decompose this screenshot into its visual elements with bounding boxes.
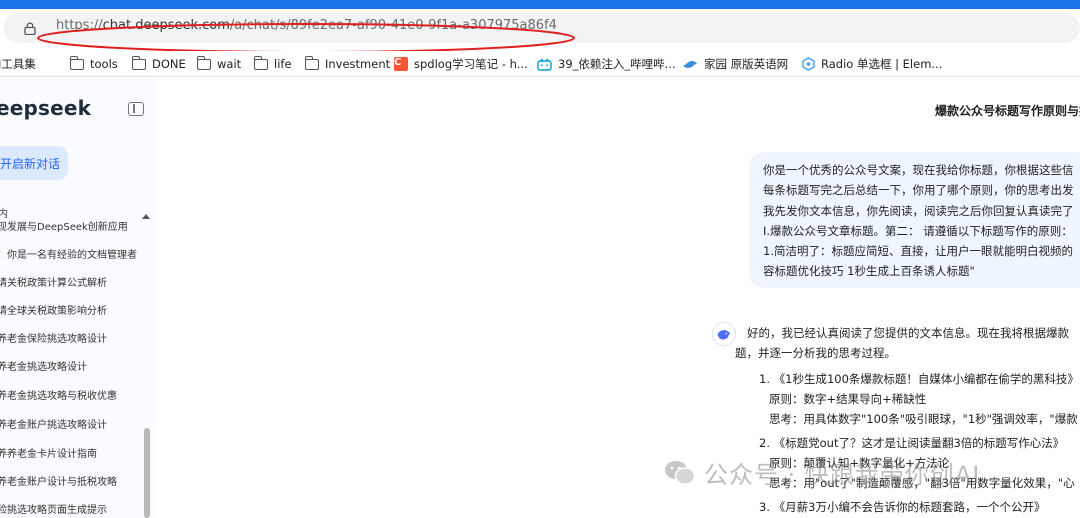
reply-item-title: 1. 《1秒生成100条爆款标题！自媒体小编都在偷学的黑科技》 (759, 372, 1079, 386)
sidebar-history-item[interactable]: 养老金账户设计与抵税攻略 (0, 473, 147, 488)
bookmark-label: wait (217, 57, 242, 71)
user-message-line: 每条标题写完之后总结一下，你用了哪个原则，你的思考出发 (763, 183, 1074, 198)
folder-icon (131, 55, 146, 70)
folder-icon (253, 55, 268, 70)
address-bar-row: https://chat.deepseek.com/a/chat/s/89fe2… (0, 9, 1080, 53)
red-annotation-ellipse (37, 23, 575, 53)
sidebar-history-item[interactable]: 现发展与DeepSeek创新应用 (0, 218, 147, 233)
folder-icon (196, 55, 211, 70)
reply-item-title: 3. 《月薪3万小编不会告诉你的标题套路，一个个公开》 (759, 500, 1046, 514)
sidebar-history-item[interactable]: 险挑选攻略页面生成提示 (0, 501, 147, 516)
bookmark-label: 39_依赖注入_哔哩哔... (558, 57, 676, 71)
new-chat-label: 开启新对话 (0, 156, 61, 171)
wechat-icon (665, 460, 696, 485)
bookmark-label: 家园 原版英语网 (704, 57, 789, 71)
csdn-icon: C (394, 57, 408, 71)
collapse-sidebar-icon[interactable] (128, 102, 144, 116)
bird-icon (683, 61, 697, 68)
sidebar-history-item[interactable]: 养老金挑选攻略设计 (0, 358, 147, 373)
bookmark-folder-tools[interactable]: tools (69, 55, 118, 73)
bilibili-icon (537, 58, 552, 71)
bookmark-label: Investment (325, 57, 391, 71)
browser-top-band (0, 0, 1080, 9)
reply-item-title: 2. 《标题党out了？这才是让阅读量翻3倍的标题写作心法》 (759, 436, 1065, 450)
deepseek-logo[interactable]: eepseek (0, 96, 91, 120)
sidebar-history-item[interactable]: 养老金保险挑选攻略设计 (0, 330, 147, 345)
folder-icon (304, 55, 319, 70)
bookmark-folder-done[interactable]: DONE (131, 55, 186, 73)
reply-item-principle: 原则：数字+结果导向+稀缺性 (769, 392, 927, 406)
user-message-line: 容标题优化技巧 1秒生成上百条诱人标题" (763, 264, 975, 279)
bookmark-spdlog[interactable]: C spdlog学习笔记 - h... (394, 55, 528, 73)
user-message-line: 1.简洁明了：标题应简短、直接，让用户一眼就能明白视频的 (763, 244, 1073, 259)
sidebar-history-item[interactable]: 请全球关税政策影响分析 (0, 302, 147, 317)
bookmarks-bar: I工具集 tools DONE wait life Investment C s… (0, 51, 1080, 77)
sidebar-history-item[interactable]: 养老金挑选攻略与税收优惠 (0, 387, 147, 402)
reply-item-thinking: 思考：用具体数字"100条"吸引眼球，"1秒"强调效率，"爆款 (769, 412, 1078, 426)
chat-title: 爆款公众号标题写作原则与技巧 (935, 104, 1080, 118)
reply-intro-line: 题，并逐一分析我的思考过程。 (735, 346, 896, 360)
bookmark-label: tools (90, 57, 118, 71)
user-message-bubble: 你是一个优秀的公众号文案，现在我给你标题，你根据这些信 每条标题写完之后总结一下… (749, 152, 1080, 288)
user-message-line: 我先发你文本信息，你先阅读，阅读完之后你回复认真读完了 (763, 203, 1074, 218)
bookmark-label: Radio 单选框 | Elem... (821, 57, 943, 71)
user-message-line: I.爆款公众号文章标题。第二： 请遵循以下标题写作的原则： (763, 223, 1073, 238)
folder-icon (69, 55, 84, 70)
sidebar-history-item[interactable]: 养养老金卡片设计指南 (0, 445, 147, 460)
sidebar-history-item[interactable]: 请关税政策计算公式解析 (0, 274, 147, 289)
bookmark-folder-wait[interactable]: wait (196, 55, 242, 73)
sidebar-history-item[interactable]: 养老金账户挑选攻略设计 (0, 416, 147, 431)
bookmark-folder-investment[interactable]: Investment (304, 55, 391, 73)
bookmark-label: I工具集 (0, 57, 36, 71)
bookmark-label: DONE (152, 57, 186, 71)
bookmark-homeland[interactable]: 家园 原版英语网 (682, 55, 788, 73)
new-chat-button[interactable]: 开启新对话 (0, 146, 68, 180)
watermark-text: 公众号 · 快跟我带你创AI (704, 461, 981, 489)
deepseek-avatar-icon (712, 322, 736, 346)
user-message-line: 你是一个优秀的公众号文案，现在我给你标题，你根据这些信 (763, 163, 1074, 177)
element-icon (802, 57, 815, 71)
bookmark-element-radio[interactable]: Radio 单选框 | Elem... (802, 55, 942, 73)
bookmark-bilibili[interactable]: 39_依赖注入_哔哩哔... (537, 55, 676, 73)
bookmark-item-tools-collection[interactable]: I工具集 (0, 55, 36, 73)
sidebar: eepseek 开启新对话 内 现发展与DeepSeek创新应用 ：你是一名有经… (0, 78, 155, 518)
reply-intro-line: 好的，我已经认真阅读了您提供的文本信息。现在我将根据爆款 (747, 326, 1069, 340)
bookmark-label: spdlog学习笔记 - h... (414, 57, 528, 71)
sidebar-history-item[interactable]: ：你是一名有经验的文档管理者 (0, 246, 147, 261)
chat-main-panel: 爆款公众号标题写作原则与技巧 你是一个优秀的公众号文案，现在我给你标题，你根据这… (155, 78, 1080, 518)
sidebar-scrollbar[interactable] (144, 428, 150, 518)
bookmark-folder-life[interactable]: life (253, 55, 292, 73)
bookmark-label: life (274, 57, 292, 71)
wechat-watermark: 公众号 · 快跟我带你创AI (664, 455, 980, 490)
